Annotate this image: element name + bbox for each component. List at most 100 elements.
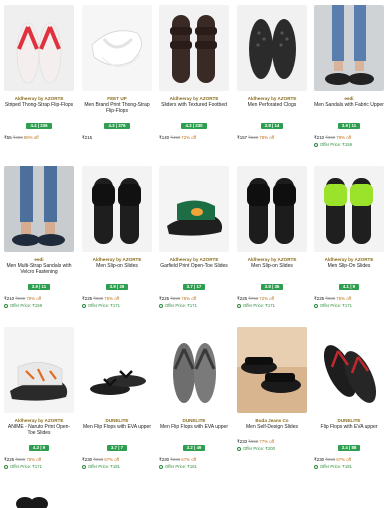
- price: ₹210: [4, 296, 15, 301]
- mrp: ₹699: [248, 135, 259, 140]
- price-line: ₹140₹49972% off: [159, 135, 229, 141]
- price-line: ₹230₹69967% off: [314, 457, 384, 463]
- product-card[interactable]: Aldheeray by AZORTE Garfield Print Open-…: [159, 166, 229, 309]
- product-image[interactable]: [237, 5, 307, 91]
- product-card[interactable]: Aldheeray by AZORTE Men Slip-On Slides 4…: [314, 166, 384, 309]
- mrp: ₹899: [15, 457, 26, 462]
- price-line: ₹157₹69978% off: [237, 135, 307, 141]
- offer-icon: [4, 303, 8, 308]
- price: ₹233: [237, 439, 248, 444]
- offer-price-text: Offer Price: ₹171: [243, 303, 275, 308]
- price-line: ₹225₹89975% off: [4, 457, 74, 463]
- product-name: Men Slip-on Slides: [251, 263, 293, 269]
- product-image[interactable]: [159, 327, 229, 413]
- mrp: ₹899: [325, 296, 336, 301]
- product-card[interactable]: eedi Men Multi-Strap Sandals with Velcro…: [4, 166, 74, 309]
- rating-badge: 4.3 | 9: [28, 445, 50, 451]
- offer-price: Offer Price: ₹171: [237, 303, 307, 309]
- offer-icon: [314, 464, 318, 469]
- price: ₹225: [159, 296, 170, 301]
- product-name: Men Brand Print Thong-Strap Flip-Flops: [84, 102, 150, 114]
- offer-price: Offer Price: ₹159: [4, 303, 74, 309]
- product-card[interactable]: Aldheeray by AZORTE Men Slip-on Slides 3…: [237, 166, 307, 309]
- discount: 75% off: [181, 296, 197, 301]
- rating-badge: 3.9 | 11: [27, 284, 51, 290]
- price: ₹140: [159, 135, 170, 140]
- product-card[interactable]: Aldheeray by AZORTE Sliders with Texture…: [159, 5, 229, 141]
- offer-price: Offer Price: ₹181: [159, 464, 229, 470]
- product-image[interactable]: [237, 166, 307, 252]
- product-brand: Aldheeray by AZORTE: [92, 257, 142, 262]
- price: ₹157: [237, 135, 248, 140]
- price-line: ₹210₹99979% off: [4, 296, 74, 302]
- product-brand: Aldheeray by AZORTE: [14, 96, 64, 101]
- rating-badge: 4.1 | 9: [338, 284, 360, 290]
- price: ₹225: [82, 296, 93, 301]
- rating-badge: 3.4 | 88: [337, 445, 361, 451]
- product-image[interactable]: [159, 166, 229, 252]
- product-image[interactable]: [4, 327, 74, 413]
- product-image[interactable]: [4, 166, 74, 252]
- product-image[interactable]: [314, 327, 384, 413]
- rating-badge: 4.4 | 236: [26, 123, 52, 129]
- product-card[interactable]: Buda Jeans Co Men Self-Design Slides ₹23…: [237, 327, 307, 452]
- product-brand: FEET UP: [107, 96, 127, 101]
- discount: 72% off: [259, 296, 275, 301]
- price: ₹230: [82, 457, 93, 462]
- price-line: ₹215: [82, 135, 152, 141]
- product-brand: DUNELITE: [182, 418, 206, 423]
- price: ₹230: [314, 457, 325, 462]
- price-line: ₹210₹99979% off: [314, 135, 384, 141]
- mrp: ₹899: [170, 296, 181, 301]
- mrp: ₹999: [248, 439, 259, 444]
- product-card[interactable]: DUNELITE Men Flip Flops with EVA upper 3…: [159, 327, 229, 470]
- price-line: ₹55₹49989% off: [4, 135, 74, 141]
- rating-badge: 3.8 | 35: [260, 284, 284, 290]
- rating-badge: 3.8 | 14: [260, 123, 284, 129]
- product-image[interactable]: [4, 5, 74, 91]
- price: ₹225: [4, 457, 15, 462]
- offer-price-text: Offer Price: ₹200: [243, 446, 275, 451]
- mrp: ₹699: [93, 457, 104, 462]
- mrp: ₹699: [325, 457, 336, 462]
- product-card[interactable]: eedi Men Sandals with Fabric Upper 3.9 |…: [314, 5, 384, 148]
- product-card[interactable]: Aldheeray by AZORTE Striped Thong-Strap …: [4, 5, 74, 141]
- product-card[interactable]: Aldheeray by AZORTE ANIME - Naruto Print…: [4, 327, 74, 470]
- rating-badge: 3.9 | 11: [337, 123, 361, 129]
- product-brand: eedi: [344, 96, 354, 101]
- rating-badge: 4.3 | 376: [104, 123, 130, 129]
- discount: 75% off: [104, 296, 120, 301]
- product-name: Men Sandals with Fabric Upper: [314, 102, 384, 108]
- rating-badge: 3.7 | 17: [182, 284, 206, 290]
- discount: 67% off: [181, 457, 197, 462]
- price-line: ₹230₹69967% off: [159, 457, 229, 463]
- product-card[interactable]: DUNELITE Flip Flops with EVA upper 3.4 |…: [314, 327, 384, 470]
- product-card[interactable]: Aldheeray by AZORTE Men Slip-on Slides 3…: [82, 166, 152, 309]
- product-card[interactable]: FEET UP Men Brand Print Thong-Strap Flip…: [82, 5, 152, 141]
- product-name: Men Slip-On Slides: [327, 263, 371, 269]
- product-card[interactable]: Aldheeray by AZORTE Men Perforated Clogs…: [237, 5, 307, 141]
- offer-price-text: Offer Price: ₹181: [320, 464, 352, 469]
- discount: 67% off: [104, 457, 120, 462]
- product-image[interactable]: [237, 327, 307, 413]
- product-name: Men Perforated Clogs: [247, 102, 297, 108]
- product-image[interactable]: [82, 5, 152, 91]
- price-line: ₹225₹89975% off: [159, 296, 229, 302]
- mrp: ₹499: [12, 135, 23, 140]
- offer-price-text: Offer Price: ₹181: [165, 464, 197, 469]
- product-name: Garfield Print Open-Toe Slides: [160, 263, 228, 269]
- offer-icon: [4, 464, 8, 469]
- product-image[interactable]: [314, 5, 384, 91]
- offer-price: Offer Price: ₹171: [4, 464, 74, 470]
- product-card[interactable]: DUNELITE Men Flip Flops with EVA upper 3…: [82, 327, 152, 470]
- offer-icon: [82, 303, 86, 308]
- mrp: ₹499: [170, 135, 181, 140]
- price: ₹210: [314, 135, 325, 140]
- product-image[interactable]: [82, 166, 152, 252]
- product-image[interactable]: [314, 166, 384, 252]
- discount: 75% off: [336, 296, 352, 301]
- product-image[interactable]: [82, 327, 152, 413]
- product-image[interactable]: [159, 5, 229, 91]
- price-line: ₹225₹89975% off: [314, 296, 384, 302]
- offer-price: Offer Price: ₹171: [314, 303, 384, 309]
